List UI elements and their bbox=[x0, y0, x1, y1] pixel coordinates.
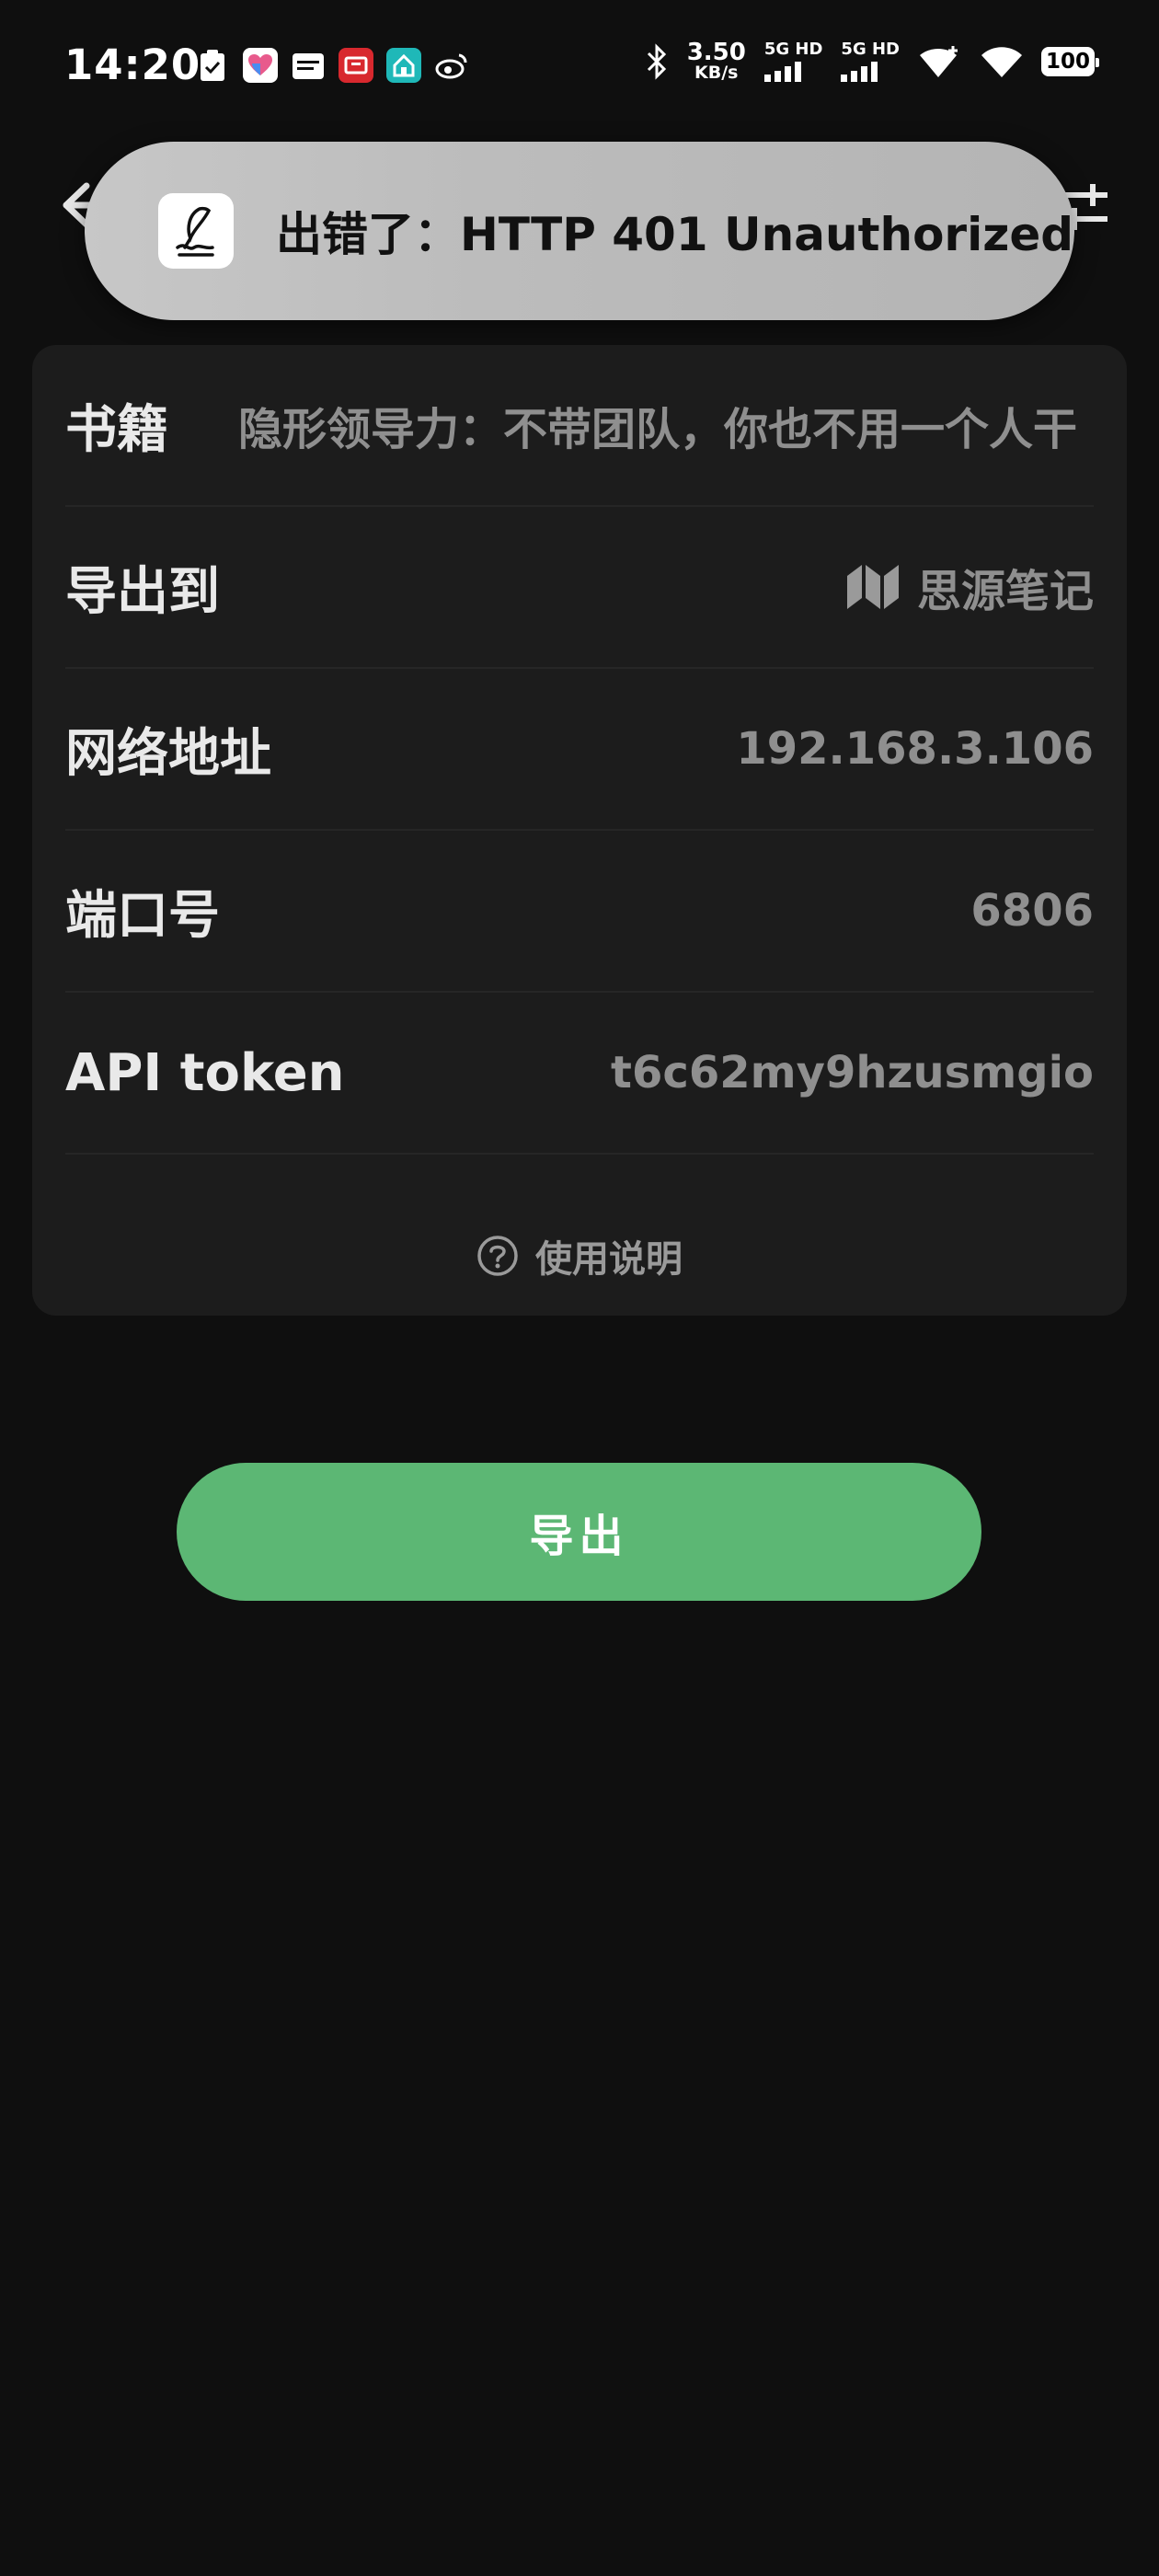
book-label: 书籍 bbox=[65, 399, 168, 460]
api-token-row[interactable]: API token t6c62my9hzusmgio bbox=[65, 993, 1094, 1155]
export-settings-card: 书籍 隐形领导力：不带团队，你也不用一个人干 导出到 思源笔记 网络地址 192… bbox=[32, 345, 1127, 1316]
api-token-label: API token bbox=[65, 1042, 345, 1103]
wifi-plus-icon bbox=[920, 45, 958, 77]
weibo-icon bbox=[434, 48, 469, 83]
home-app-icon bbox=[386, 48, 421, 83]
port-label: 端口号 bbox=[65, 885, 220, 946]
news-app-icon bbox=[339, 48, 373, 83]
port-row[interactable]: 端口号 6806 bbox=[65, 831, 1094, 993]
battery-icon: 100 bbox=[1041, 46, 1099, 76]
bluetooth-icon bbox=[647, 42, 666, 80]
signal-sim1: 5G HD bbox=[763, 40, 822, 82]
error-toast: 出错了：HTTP 401 Unauthorized bbox=[85, 142, 1074, 320]
toast-message: 出错了：HTTP 401 Unauthorized bbox=[276, 208, 1074, 261]
address-label: 网络地址 bbox=[65, 723, 271, 784]
address-value: 192.168.3.106 bbox=[736, 723, 1094, 775]
help-label: 使用说明 bbox=[535, 1238, 683, 1281]
export-to-label: 导出到 bbox=[65, 561, 220, 622]
book-row[interactable]: 书籍 隐形领导力：不带团队，你也不用一个人干 bbox=[65, 345, 1094, 507]
api-token-value: t6c62my9hzusmgio bbox=[611, 1047, 1094, 1098]
export-button[interactable]: 导出 bbox=[177, 1463, 981, 1601]
help-link[interactable]: 使用说明 bbox=[32, 1210, 1127, 1302]
heart-app-icon bbox=[243, 48, 278, 83]
notification-icons bbox=[195, 48, 469, 83]
signal-bars-icon bbox=[763, 61, 801, 82]
port-value: 6806 bbox=[970, 885, 1094, 937]
clipboard-check-icon bbox=[195, 48, 230, 83]
export-to-value: 思源笔记 bbox=[916, 566, 1094, 617]
network-speed: 3.50 KB/s bbox=[686, 39, 746, 83]
siyuan-logo-icon bbox=[846, 565, 899, 609]
status-time: 14:20 bbox=[64, 40, 201, 89]
signal-sim2: 5G HD bbox=[841, 40, 900, 82]
wifi-icon bbox=[981, 46, 1022, 77]
signal-bars-icon bbox=[841, 61, 878, 82]
export-target: 思源笔记 bbox=[845, 555, 1094, 619]
status-bar: 14:20 3.50 KB/s 5G HD 5G HD 100 bbox=[0, 0, 1159, 138]
app-logo-icon bbox=[158, 193, 234, 269]
address-row[interactable]: 网络地址 192.168.3.106 bbox=[65, 669, 1094, 831]
export-target-row[interactable]: 导出到 思源笔记 bbox=[65, 507, 1094, 669]
calendar-note-icon bbox=[291, 48, 326, 83]
status-right: 3.50 KB/s 5G HD 5G HD 100 bbox=[645, 39, 1099, 83]
question-circle-icon bbox=[477, 1236, 518, 1276]
book-value: 隐形领导力：不带团队，你也不用一个人干 bbox=[238, 404, 1078, 455]
